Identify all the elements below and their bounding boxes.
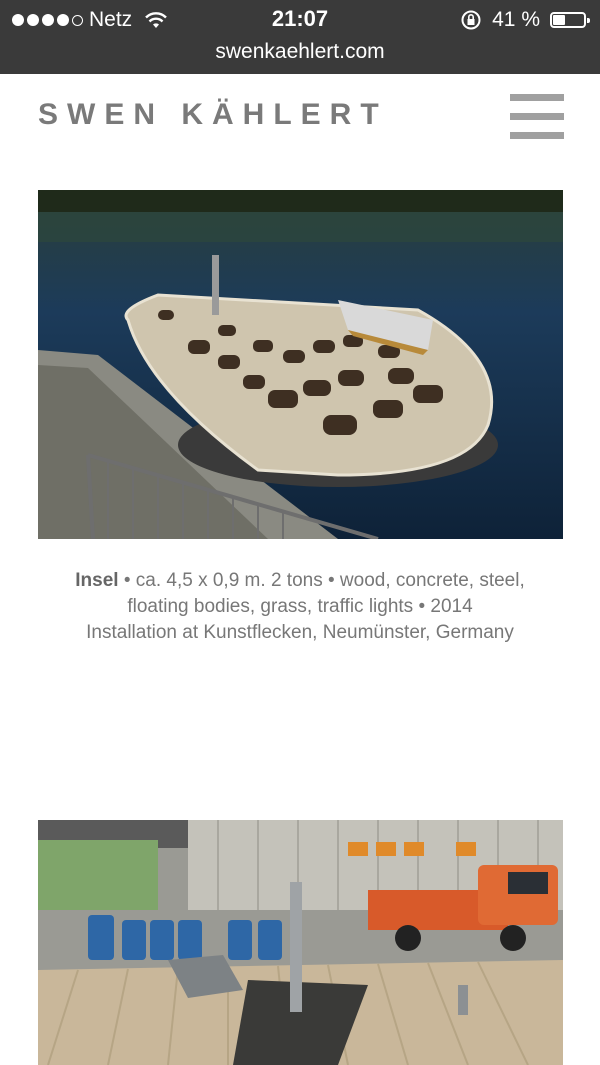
artwork-details-line-1: • ca. 4,5 x 0,9 m. 2 tons • wood, concre… — [123, 570, 525, 591]
artwork-details-line-2: floating bodies, grass, traffic lights •… — [127, 596, 473, 617]
battery-fill — [553, 15, 565, 25]
artwork-caption: Insel • ca. 4,5 x 0,9 m. 2 tons • wood, … — [0, 568, 600, 646]
caption-line-1: Insel • ca. 4,5 x 0,9 m. 2 tons • wood, … — [0, 568, 600, 594]
status-right: 41 % — [460, 8, 590, 32]
artwork-photo-insel[interactable] — [38, 190, 563, 539]
hamburger-menu-icon[interactable] — [510, 94, 564, 140]
artwork-details-line-3: Installation at Kunstflecken, Neumünster… — [86, 622, 514, 643]
battery-icon — [550, 12, 590, 28]
battery-percentage: 41 % — [492, 8, 540, 31]
site-logo[interactable]: SWEN KÄHLERT — [38, 98, 388, 132]
artwork-photo-workshop[interactable] — [38, 820, 563, 1065]
site-header: SWEN KÄHLERT — [0, 74, 600, 174]
url-bar[interactable]: swenkaehlert.com — [0, 40, 600, 64]
rotation-lock-icon — [461, 10, 481, 30]
artwork-title: Insel — [75, 570, 119, 591]
status-bar: Netz 21:07 41 % swenkaehlert.com — [0, 0, 600, 74]
